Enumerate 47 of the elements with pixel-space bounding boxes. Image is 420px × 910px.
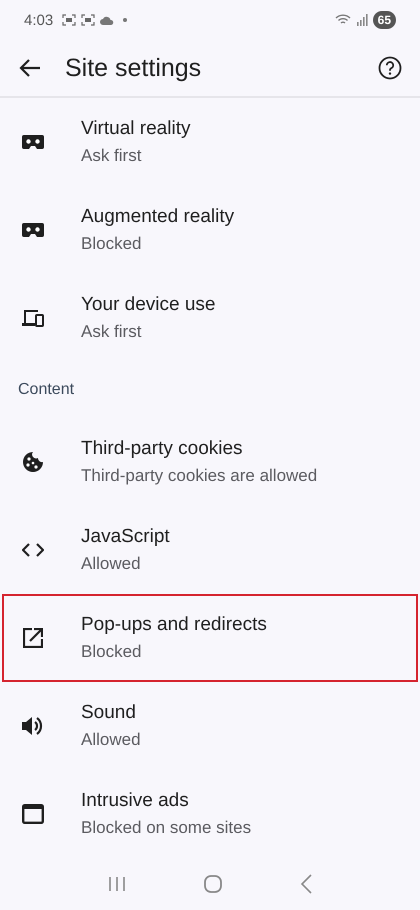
setting-title: Virtual reality bbox=[81, 118, 190, 140]
wifi-icon bbox=[334, 14, 351, 26]
setting-status: Third-party cookies are allowed bbox=[81, 466, 318, 486]
back-arrow-icon bbox=[19, 58, 41, 78]
signal-icon bbox=[356, 14, 368, 26]
setting-status: Ask first bbox=[81, 146, 142, 166]
status-time: 4:03 bbox=[24, 12, 54, 28]
home-icon[interactable] bbox=[202, 874, 223, 894]
screenshot-icon bbox=[62, 14, 76, 26]
setting-title: Intrusive ads bbox=[81, 790, 190, 812]
setting-title: Third-party cookies bbox=[81, 438, 244, 460]
setting-item[interactable]: Intrusive ads Blocked on some sites bbox=[2, 770, 418, 858]
recent-apps-icon[interactable] bbox=[108, 876, 126, 892]
speaker-icon bbox=[22, 716, 44, 736]
setting-item[interactable]: Third-party cookies Third-party cookies are allowed bbox=[2, 418, 418, 506]
cookie-icon bbox=[22, 451, 44, 473]
setting-item[interactable]: JavaScript Allowed bbox=[2, 506, 418, 594]
setting-title: Your device use bbox=[81, 294, 216, 316]
setting-item[interactable]: Sound Allowed bbox=[2, 682, 418, 770]
setting-title: Augmented reality bbox=[81, 206, 234, 228]
screenshot-icon bbox=[81, 14, 96, 26]
code-icon bbox=[22, 543, 44, 557]
setting-item[interactable]: Pop-ups and redirects Blocked bbox=[2, 594, 418, 682]
setting-item[interactable]: Your device use Ask first bbox=[2, 274, 418, 362]
setting-status: Allowed bbox=[81, 554, 142, 574]
setting-title: JavaScript bbox=[81, 526, 170, 548]
open-in-new-icon bbox=[23, 628, 43, 648]
page-title: Site settings bbox=[65, 54, 202, 82]
notification-dot-icon bbox=[123, 18, 128, 22]
setting-title: Pop-ups and redirects bbox=[81, 614, 267, 636]
setting-status: Allowed bbox=[81, 730, 141, 750]
section-header: Content bbox=[17, 380, 76, 400]
headset-icon bbox=[22, 135, 44, 149]
window-icon bbox=[22, 804, 44, 824]
setting-item[interactable]: Augmented reality Blocked bbox=[2, 186, 418, 274]
back-nav-icon[interactable] bbox=[300, 874, 312, 894]
battery-level: 65 bbox=[372, 11, 396, 29]
help-icon bbox=[378, 56, 402, 80]
setting-status: Ask first bbox=[81, 322, 142, 342]
devices-icon bbox=[22, 309, 44, 327]
setting-title: Sound bbox=[81, 702, 137, 724]
cloud-icon bbox=[100, 16, 114, 24]
setting-item[interactable]: Virtual reality Ask first bbox=[2, 98, 418, 186]
setting-status: Blocked bbox=[81, 234, 142, 254]
setting-status: Blocked bbox=[81, 642, 142, 662]
headset-icon bbox=[22, 223, 44, 237]
setting-status: Blocked on some sites bbox=[81, 818, 252, 838]
